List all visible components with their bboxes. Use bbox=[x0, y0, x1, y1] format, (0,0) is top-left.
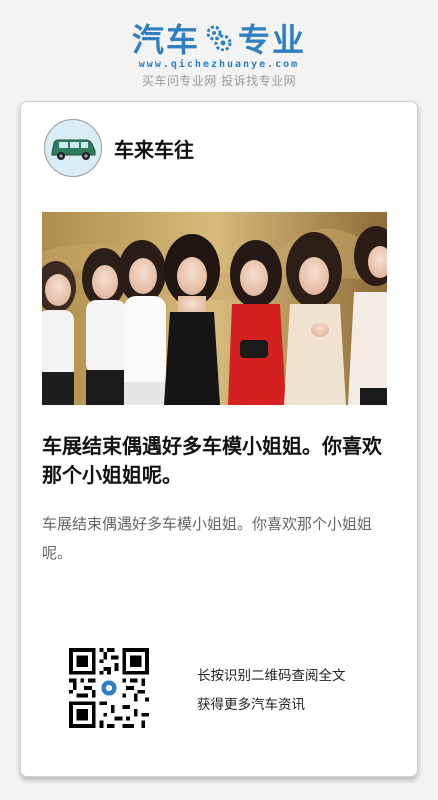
logo-word-right: 专业 bbox=[238, 21, 307, 59]
gear-icon bbox=[206, 25, 232, 51]
author-avatar bbox=[44, 119, 102, 177]
article-summary: 车展结束偶遇好多车模小姐姐。你喜欢那个小姐姐呢。 bbox=[42, 515, 373, 562]
share-card: 车来车往 车展结束偶遇好多车模小姐姐。你喜欢那个小姐姐呢。 车展结束偶遇好多车模… bbox=[20, 101, 418, 777]
article-photo bbox=[42, 212, 387, 405]
logo-wordmark: 汽车 专业 bbox=[0, 18, 438, 59]
qr-caption: 长按识别二维码查阅全文 获得更多汽车资讯 bbox=[197, 662, 346, 720]
author-header: 车来车往 bbox=[44, 119, 194, 177]
site-url: www.qichezhuanye.com bbox=[138, 59, 300, 70]
qr-code-icon bbox=[69, 648, 149, 728]
site-logo: 汽车 专业 www.qichezhuanye.com 买车问专业网 投诉找专业网 bbox=[0, 18, 438, 89]
qr-code[interactable] bbox=[69, 648, 149, 728]
qr-caption-line2: 获得更多汽车资讯 bbox=[197, 697, 305, 713]
article-title: 车展结束偶遇好多车模小姐姐。你喜欢那个小姐姐呢。 bbox=[42, 434, 382, 487]
car-icon bbox=[51, 139, 96, 160]
qr-caption-line1: 长按识别二维码查阅全文 bbox=[197, 668, 346, 684]
site-tagline: 买车问专业网 投诉找专业网 bbox=[141, 74, 297, 88]
logo-word-left: 汽车 bbox=[131, 21, 200, 59]
author-name: 车来车往 bbox=[114, 137, 194, 162]
group-photo bbox=[42, 212, 387, 405]
